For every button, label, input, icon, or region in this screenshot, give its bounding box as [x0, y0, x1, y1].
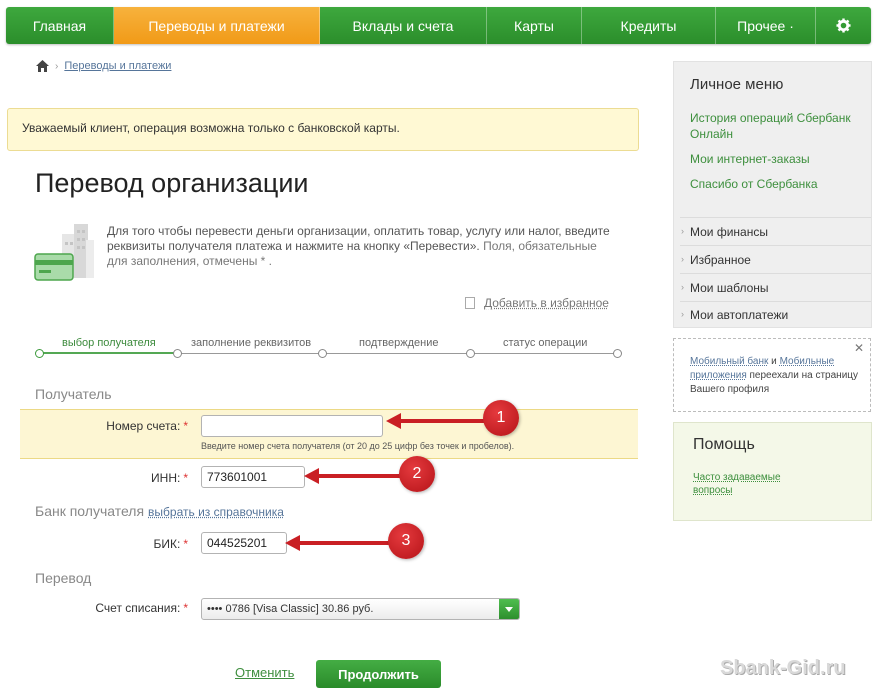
help-title: Помощь: [693, 436, 755, 453]
breadcrumb-separator: ›: [55, 60, 59, 72]
faq-link[interactable]: Часто задаваемые вопросы: [693, 471, 813, 497]
watermark: Sbank-Gid.ru: [720, 657, 846, 679]
nav-credits[interactable]: Кредиты: [582, 7, 716, 44]
steps-track-completed: [39, 352, 179, 354]
nav-transfers-payments[interactable]: Переводы и платежи: [114, 7, 320, 44]
sidebar-item-finances[interactable]: › Мои финансы: [674, 218, 871, 245]
mobile-bank-notice: ✕ Мобильный банк и Мобильные приложения …: [673, 338, 871, 412]
organization-card-icon: [34, 224, 94, 281]
transfer-section-label: Перевод: [35, 570, 92, 586]
step-select-recipient: выбор получателя: [62, 337, 156, 349]
annotation-arrow-1: [386, 413, 486, 429]
close-icon[interactable]: ✕: [854, 341, 864, 355]
nav-cards[interactable]: Карты: [487, 7, 582, 44]
progress-steps: выбор получателя заполнение реквизитов п…: [35, 336, 623, 366]
bik-label: БИК: *: [153, 537, 189, 551]
personal-menu-title: Личное меню: [690, 76, 784, 93]
account-field-row: Номер счета: * Введите номер счета получа…: [20, 409, 638, 459]
inn-label: ИНН: *: [151, 471, 188, 485]
step-dot-2: [173, 349, 182, 358]
add-to-favorites-link[interactable]: Добавить в избранное: [484, 296, 609, 310]
sidebar-link-spasibo[interactable]: Спасибо от Сбербанка: [690, 176, 866, 192]
step-dot-5: [613, 349, 622, 358]
debit-account-select[interactable]: •••• 0786 [Visa Classic] 30.86 руб.: [201, 598, 520, 620]
page-title: Перевод организации: [35, 168, 309, 198]
debit-account-label: Счет списания: *: [95, 601, 188, 615]
account-label: Номер счета: *: [106, 419, 188, 433]
sidebar-item-autopayments[interactable]: › Мои автоплатежи: [674, 301, 871, 328]
sidebar-item-favorites[interactable]: › Избранное: [674, 246, 871, 273]
step-confirmation: подтверждение: [359, 337, 439, 349]
add-to-favorites[interactable]: Добавить в избранное: [465, 296, 609, 310]
annotation-marker-1: 1: [483, 400, 519, 436]
nav-home[interactable]: Главная: [6, 7, 114, 44]
annotation-marker-3: 3: [388, 523, 424, 559]
personal-menu: Личное меню История операций Сбербанк Он…: [673, 61, 872, 328]
gear-icon: [836, 18, 851, 33]
annotation-marker-2: 2: [399, 456, 435, 492]
account-hint: Введите номер счета получателя (от 20 до…: [201, 441, 515, 451]
sidebar-item-templates[interactable]: › Мои шаблоны: [674, 274, 871, 301]
cancel-link[interactable]: Отменить: [235, 665, 294, 680]
bik-input[interactable]: [201, 532, 287, 554]
home-icon[interactable]: [36, 60, 49, 72]
step-fill-details: заполнение реквизитов: [191, 337, 312, 349]
chevron-right-icon: ›: [681, 226, 684, 236]
top-navigation: Главная Переводы и платежи Вклады и счет…: [6, 7, 871, 44]
step-operation-status: статус операции: [503, 337, 588, 349]
nav-deposits-accounts[interactable]: Вклады и счета: [320, 7, 487, 44]
debit-account-value: •••• 0786 [Visa Classic] 30.86 руб.: [207, 603, 374, 615]
bank-section-label: Банк получателя выбрать из справочника: [35, 503, 284, 519]
card-only-warning: Уважаемый клиент, операция возможна толь…: [7, 108, 639, 151]
step-dot-1: [35, 349, 44, 358]
account-number-input[interactable]: [201, 415, 383, 437]
step-dot-3: [318, 349, 327, 358]
settings-button[interactable]: [816, 7, 871, 44]
bookmark-icon: [465, 297, 475, 309]
inn-input[interactable]: [201, 466, 305, 488]
continue-button[interactable]: Продолжить: [316, 660, 441, 688]
choose-from-directory-link[interactable]: выбрать из справочника: [148, 505, 284, 519]
mobile-bank-link[interactable]: Мобильный банк: [690, 356, 768, 367]
recipient-section-label: Получатель: [35, 386, 112, 402]
breadcrumb: › Переводы и платежи: [36, 60, 171, 72]
annotation-arrow-2: [304, 468, 402, 484]
dropdown-arrow-icon[interactable]: [499, 599, 519, 619]
chevron-right-icon: ›: [681, 309, 684, 319]
sidebar-link-internet-orders[interactable]: Мои интернет-заказы: [690, 151, 866, 167]
breadcrumb-transfers-link[interactable]: Переводы и платежи: [64, 60, 171, 72]
annotation-arrow-3: [285, 535, 391, 551]
step-dot-4: [466, 349, 475, 358]
chevron-right-icon: ›: [681, 254, 684, 264]
nav-other[interactable]: Прочее ·: [716, 7, 816, 44]
intro-text: Для того чтобы перевести деньги организа…: [107, 224, 617, 269]
help-panel: Помощь Часто задаваемые вопросы: [673, 422, 872, 521]
sidebar-link-operations-history[interactable]: История операций Сбербанк Онлайн: [690, 110, 866, 142]
chevron-right-icon: ›: [681, 282, 684, 292]
